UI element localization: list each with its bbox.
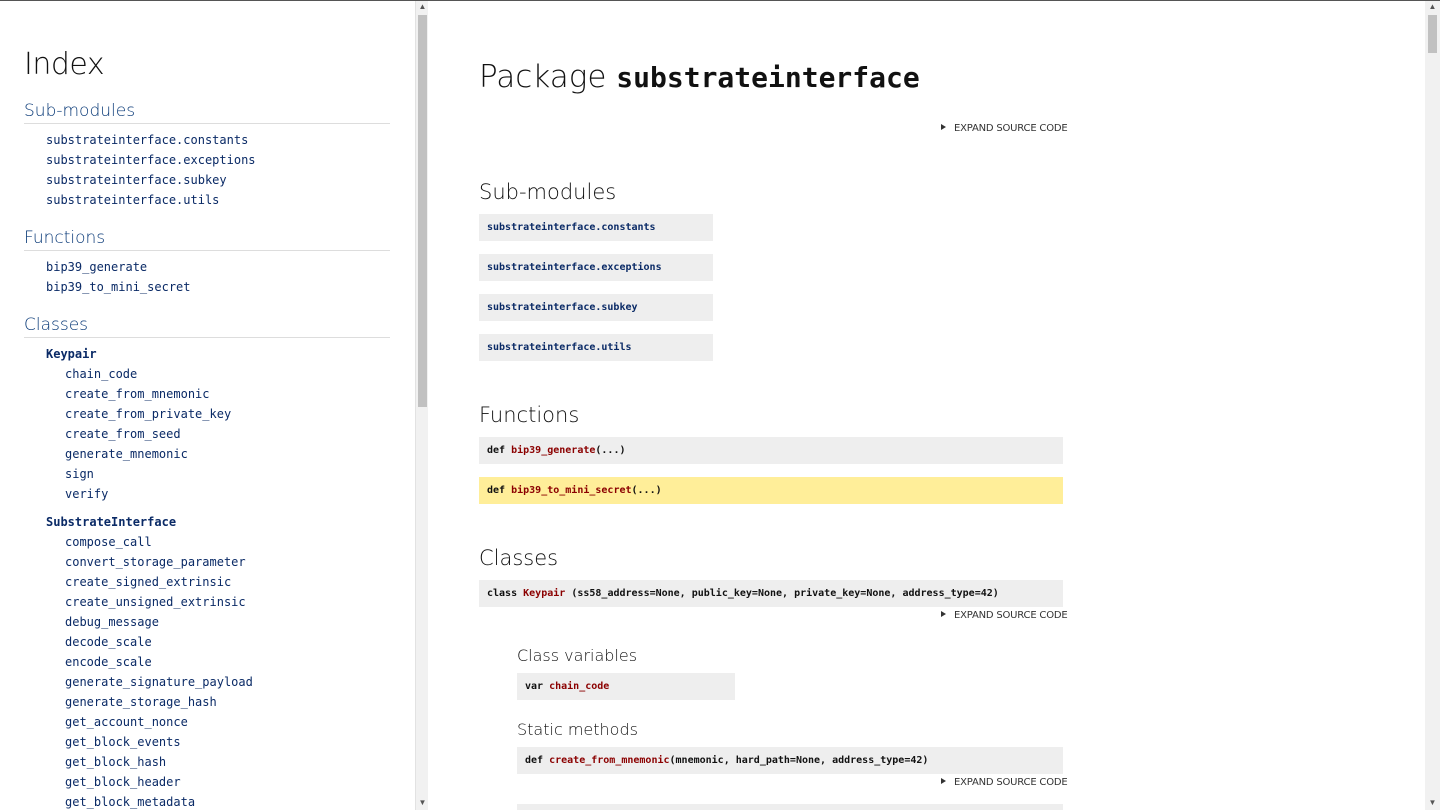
sidebar-link-chain-code[interactable]: chain_code — [24, 364, 390, 384]
sidebar-link-encode-scale[interactable]: encode_scale — [24, 652, 390, 672]
sidebar-link-get-block-events[interactable]: get_block_events — [24, 732, 390, 752]
classes-heading: Classes — [479, 546, 559, 570]
class-name-keypair[interactable]: Keypair — [523, 588, 565, 599]
main-scrollbar[interactable]: ▲ ▼ — [1425, 1, 1440, 810]
function-signature-bip39-to-mini-secret: def bip39_to_mini_secret(...) — [479, 477, 1063, 504]
sidebar-link-subkey[interactable]: substrateinterface.subkey — [24, 170, 390, 190]
sidebar-link-bip39-generate[interactable]: bip39_generate — [24, 257, 390, 277]
next-method-box — [517, 804, 1063, 810]
sidebar-classes-list: Keypair chain_code create_from_mnemonic … — [24, 344, 390, 810]
sidebar-link-create-signed-extrinsic[interactable]: create_signed_extrinsic — [24, 572, 390, 592]
submodules-heading: Sub-modules — [479, 180, 617, 204]
submodule-box-constants: substrateinterface.constants — [479, 214, 713, 241]
function-name-bip39-generate[interactable]: bip39_generate — [511, 445, 595, 456]
sidebar-link-create-from-mnemonic[interactable]: create_from_mnemonic — [24, 384, 390, 404]
sidebar-submodules-section: Sub-modules substrateinterface.constants… — [24, 101, 390, 210]
sidebar-link-utils[interactable]: substrateinterface.utils — [24, 190, 390, 210]
sidebar-link-sign[interactable]: sign — [24, 464, 390, 484]
class-signature-keypair: class Keypair (ss58_address=None, public… — [479, 580, 1063, 607]
function-args: (...) — [595, 445, 626, 456]
sidebar-classes-section: Classes Keypair chain_code create_from_m… — [24, 315, 390, 810]
def-keyword: def — [525, 755, 544, 766]
triangle-right-icon — [941, 778, 946, 784]
function-args: (...) — [631, 485, 662, 496]
method-name-create-from-mnemonic[interactable]: create_from_mnemonic — [549, 755, 669, 766]
sidebar-link-debug-message[interactable]: debug_message — [24, 612, 390, 632]
triangle-right-icon — [941, 124, 946, 130]
sidebar-link-constants[interactable]: substrateinterface.constants — [24, 130, 390, 150]
submodule-link-constants[interactable]: substrateinterface.constants — [487, 222, 656, 233]
def-keyword: def — [487, 485, 506, 496]
sidebar-link-generate-signature-payload[interactable]: generate_signature_payload — [24, 672, 390, 692]
expand-source-button-create-from-mnemonic[interactable]: EXPAND SOURCE CODE — [941, 777, 1068, 788]
class-variable-chain-code: var chain_code — [517, 673, 735, 700]
class-variables-heading: Class variables — [517, 646, 638, 665]
sidebar-link-compose-call[interactable]: compose_call — [24, 532, 390, 552]
submodule-link-utils[interactable]: substrateinterface.utils — [487, 342, 632, 353]
sidebar-link-substrateinterface[interactable]: SubstrateInterface — [24, 512, 390, 532]
sidebar-functions-heading[interactable]: Functions — [24, 228, 390, 251]
expand-source-button-package[interactable]: EXPAND SOURCE CODE — [941, 123, 1068, 134]
sidebar-link-get-block-metadata[interactable]: get_block_metadata — [24, 792, 390, 810]
sidebar-link-keypair[interactable]: Keypair — [24, 344, 390, 364]
page-title: Package substrateinterface — [479, 59, 920, 95]
scroll-up-arrow-icon[interactable]: ▲ — [1425, 1, 1440, 13]
submodule-box-utils: substrateinterface.utils — [479, 334, 713, 361]
sidebar-index: Index Sub-modules substrateinterface.con… — [0, 1, 415, 810]
functions-heading: Functions — [479, 403, 580, 427]
sidebar-link-get-block-header[interactable]: get_block_header — [24, 772, 390, 792]
sidebar-functions-list: bip39_generate bip39_to_mini_secret — [24, 257, 390, 297]
sidebar-scrollbar[interactable]: ▲ ▼ — [415, 1, 428, 810]
sidebar-link-verify[interactable]: verify — [24, 484, 390, 504]
submodule-box-subkey: substrateinterface.subkey — [479, 294, 713, 321]
submodule-link-subkey[interactable]: substrateinterface.subkey — [487, 302, 638, 313]
sidebar-scrollbar-thumb[interactable] — [418, 15, 427, 407]
sidebar-link-decode-scale[interactable]: decode_scale — [24, 632, 390, 652]
page-title-prefix: Package — [479, 59, 607, 95]
main-content: Package substrateinterface EXPAND SOURCE… — [428, 1, 1425, 810]
sidebar-link-get-block-hash[interactable]: get_block_hash — [24, 752, 390, 772]
sidebar-link-generate-storage-hash[interactable]: generate_storage_hash — [24, 692, 390, 712]
variable-name-chain-code[interactable]: chain_code — [549, 681, 609, 692]
expand-source-button-keypair[interactable]: EXPAND SOURCE CODE — [941, 610, 1068, 621]
sidebar-link-create-from-seed[interactable]: create_from_seed — [24, 424, 390, 444]
page-title-package-name: substrateinterface — [616, 61, 920, 94]
var-keyword: var — [525, 681, 544, 692]
sidebar-submodules-list: substrateinterface.constants substratein… — [24, 130, 390, 210]
main-scrollbar-thumb[interactable] — [1428, 15, 1437, 53]
submodule-box-exceptions: substrateinterface.exceptions — [479, 254, 713, 281]
function-signature-bip39-generate: def bip39_generate(...) — [479, 437, 1063, 464]
sidebar-link-create-from-private-key[interactable]: create_from_private_key — [24, 404, 390, 424]
static-method-create-from-mnemonic: def create_from_mnemonic(mnemonic, hard_… — [517, 747, 1063, 774]
scroll-down-arrow-icon[interactable]: ▼ — [1425, 797, 1440, 809]
sidebar-classes-heading[interactable]: Classes — [24, 315, 390, 338]
sidebar-functions-section: Functions bip39_generate bip39_to_mini_s… — [24, 228, 390, 297]
sidebar-link-create-unsigned-extrinsic[interactable]: create_unsigned_extrinsic — [24, 592, 390, 612]
method-args: (mnemonic, hard_path=None, address_type=… — [669, 755, 929, 766]
index-title: Index — [24, 47, 105, 82]
sidebar-submodules-heading[interactable]: Sub-modules — [24, 101, 390, 124]
function-name-bip39-to-mini-secret[interactable]: bip39_to_mini_secret — [511, 485, 631, 496]
sidebar-link-generate-mnemonic[interactable]: generate_mnemonic — [24, 444, 390, 464]
sidebar-link-exceptions[interactable]: substrateinterface.exceptions — [24, 150, 390, 170]
sidebar-link-convert-storage-parameter[interactable]: convert_storage_parameter — [24, 552, 390, 572]
class-args: (ss58_address=None, public_key=None, pri… — [565, 588, 999, 599]
submodule-link-exceptions[interactable]: substrateinterface.exceptions — [487, 262, 662, 273]
triangle-right-icon — [941, 611, 946, 617]
sidebar-link-bip39-to-mini-secret[interactable]: bip39_to_mini_secret — [24, 277, 390, 297]
static-methods-heading: Static methods — [517, 720, 638, 739]
class-keyword: class — [487, 588, 518, 599]
def-keyword: def — [487, 445, 506, 456]
sidebar-link-get-account-nonce[interactable]: get_account_nonce — [24, 712, 390, 732]
